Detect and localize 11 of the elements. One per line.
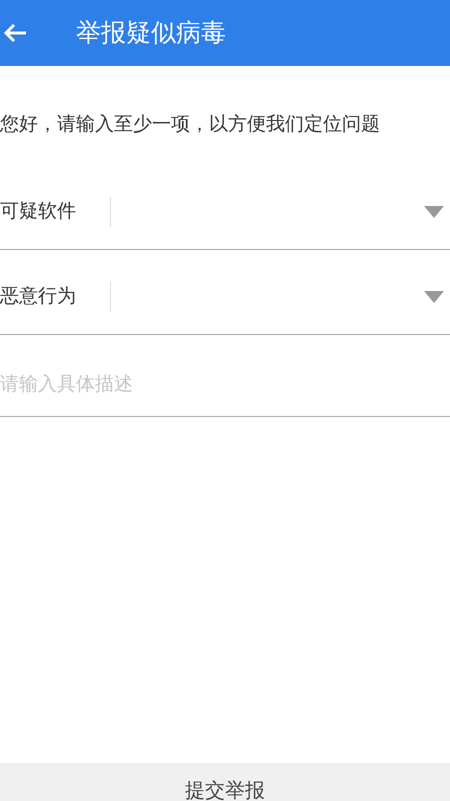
page-title: 举报疑似病毒 [76,17,226,50]
dropdown-triangle-icon [424,290,444,302]
intro-text: 您好，请输入至少一项，以方便我们定位问题 [0,112,381,137]
field-label: 可疑软件 [0,199,77,224]
select-field[interactable]: 恶意行为 [0,250,450,334]
select-field[interactable]: 可疑软件 [0,164,450,250]
description-field[interactable]: 请输入具体描述 [0,334,450,416]
back-arrow-icon [2,22,28,44]
submit-button[interactable]: 提交举报 [0,763,450,801]
field-label: 恶意行为 [0,284,77,310]
dropdown-triangle-icon [424,206,444,218]
